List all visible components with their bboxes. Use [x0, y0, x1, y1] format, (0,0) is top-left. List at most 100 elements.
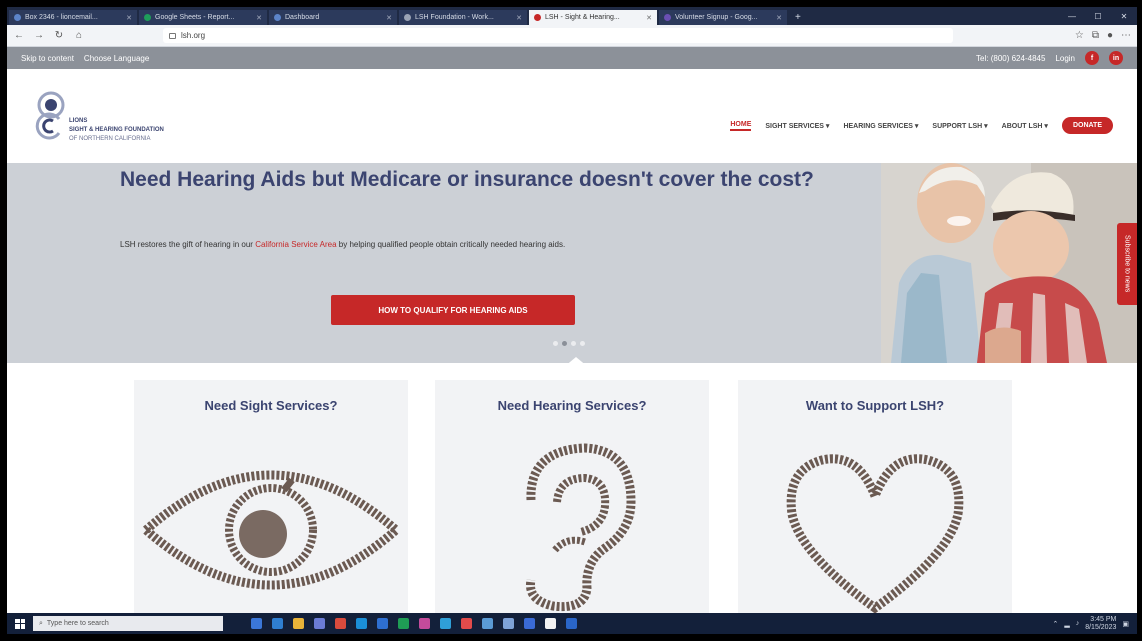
- teams-icon[interactable]: [440, 618, 451, 629]
- main-nav: HOME SIGHT SERVICES ▾ HEARING SERVICES ▾…: [730, 117, 1113, 134]
- taskbar-apps: [251, 618, 577, 629]
- login-link[interactable]: Login: [1055, 54, 1075, 63]
- clock-date: 8/15/2023: [1085, 623, 1117, 631]
- browser-actions: ☆ ⧉ ● ⋯: [1075, 30, 1131, 41]
- favicon-icon: [534, 14, 541, 21]
- home-icon[interactable]: ⌂: [73, 30, 85, 41]
- app-icon[interactable]: [566, 618, 577, 629]
- chrome-icon[interactable]: [335, 618, 346, 629]
- tray-chevron-icon[interactable]: ⌃: [1052, 620, 1058, 628]
- word-icon[interactable]: [377, 618, 388, 629]
- logo-line: SIGHT & HEARING FOUNDATION: [69, 127, 164, 133]
- minimize-button[interactable]: —: [1059, 12, 1085, 21]
- notifications-icon[interactable]: ▣: [1122, 620, 1129, 628]
- donate-button[interactable]: DONATE: [1061, 117, 1113, 134]
- nav-item-home[interactable]: HOME: [730, 121, 752, 131]
- screen: Box 2346 - lioncemail... ✕ Google Sheets …: [7, 7, 1137, 634]
- taskbar-search[interactable]: ⌕ Type here to search: [33, 616, 223, 631]
- browser-tab-active[interactable]: LSH - Sight & Hearing... ✕: [529, 10, 657, 25]
- app-icon[interactable]: [419, 618, 430, 629]
- close-window-button[interactable]: ✕: [1111, 12, 1137, 21]
- slider-dot[interactable]: [580, 341, 585, 346]
- heart-icon: [786, 454, 964, 613]
- store-icon[interactable]: [314, 618, 325, 629]
- app-icon[interactable]: [503, 618, 514, 629]
- subscribe-side-tab[interactable]: Subscribe to news: [1117, 223, 1137, 305]
- tab-title: LSH - Sight & Hearing...: [545, 14, 620, 21]
- collections-icon[interactable]: ⧉: [1092, 30, 1099, 41]
- network-icon[interactable]: ▂: [1064, 620, 1069, 628]
- close-tab-icon[interactable]: ✕: [386, 14, 392, 22]
- hearing-services-card[interactable]: Need Hearing Services?: [435, 380, 709, 613]
- hero-description: LSH restores the gift of hearing in our …: [120, 237, 800, 253]
- start-icon[interactable]: [15, 618, 25, 629]
- logo-mark-icon: [35, 91, 65, 140]
- favorites-icon[interactable]: ☆: [1075, 30, 1084, 41]
- nav-item-sight-services[interactable]: SIGHT SERVICES ▾: [765, 122, 829, 130]
- favicon-icon: [664, 14, 671, 21]
- system-tray: ⌃ ▂ ♪ 3:45 PM 8/15/2023 ▣: [1052, 616, 1129, 632]
- browser-toolbar: ← → ↻ ⌂ lsh.org ☆ ⧉ ● ⋯: [7, 25, 1137, 47]
- forward-icon[interactable]: →: [33, 30, 45, 41]
- card-title: Need Hearing Services?: [497, 398, 647, 413]
- excel-icon[interactable]: [398, 618, 409, 629]
- qualify-hearing-aids-button[interactable]: HOW TO QUALIFY FOR HEARING AIDS: [331, 295, 575, 325]
- slider-dot-active[interactable]: [562, 341, 567, 346]
- new-tab-button[interactable]: +: [789, 12, 807, 25]
- facebook-icon[interactable]: f: [1085, 51, 1099, 65]
- tab-title: LSH Foundation - Work...: [415, 14, 494, 21]
- reload-icon[interactable]: ↻: [53, 30, 65, 41]
- logo-wordmark: LIONS SIGHT & HEARING FOUNDATION OF NORT…: [69, 117, 164, 144]
- site-header: LIONS SIGHT & HEARING FOUNDATION OF NORT…: [7, 69, 1137, 163]
- support-lsh-card[interactable]: Want to Support LSH?: [738, 380, 1012, 613]
- clock[interactable]: 3:45 PM 8/15/2023: [1085, 616, 1116, 632]
- browser-tab[interactable]: Box 2346 - lioncemail... ✕: [9, 10, 137, 25]
- linkedin-icon[interactable]: in: [1109, 51, 1123, 65]
- app-icon[interactable]: [545, 618, 556, 629]
- browser-tab[interactable]: Dashboard ✕: [269, 10, 397, 25]
- favicon-icon: [274, 14, 281, 21]
- volume-icon[interactable]: ♪: [1076, 620, 1080, 627]
- back-icon[interactable]: ←: [13, 30, 25, 41]
- site-logo[interactable]: LIONS SIGHT & HEARING FOUNDATION OF NORT…: [29, 89, 189, 151]
- profile-icon[interactable]: ●: [1107, 30, 1113, 41]
- app-icon[interactable]: [461, 618, 472, 629]
- os-taskbar: ⌕ Type here to search ⌃ ▂ ♪ 3:45 PM 8/15…: [7, 613, 1137, 634]
- eye-icon: [139, 470, 403, 590]
- menu-icon[interactable]: ⋯: [1121, 30, 1131, 41]
- app-icon[interactable]: [524, 618, 535, 629]
- file-explorer-icon[interactable]: [293, 618, 304, 629]
- close-tab-icon[interactable]: ✕: [776, 14, 782, 22]
- close-tab-icon[interactable]: ✕: [516, 14, 522, 22]
- edge-icon[interactable]: [272, 618, 283, 629]
- address-bar[interactable]: lsh.org: [163, 28, 953, 43]
- service-area-link[interactable]: California Service Area: [255, 240, 336, 249]
- browser-tab[interactable]: LSH Foundation - Work... ✕: [399, 10, 527, 25]
- nav-item-hearing-services[interactable]: HEARING SERVICES ▾: [843, 122, 918, 130]
- nav-item-support-lsh[interactable]: SUPPORT LSH ▾: [932, 122, 987, 130]
- browser-tab[interactable]: Volunteer Signup - Goog... ✕: [659, 10, 787, 25]
- phone-link[interactable]: Tel: (800) 624-4845: [976, 54, 1045, 63]
- nav-item-about-lsh[interactable]: ABOUT LSH ▾: [1002, 122, 1048, 130]
- language-selector[interactable]: Choose Language: [84, 54, 149, 63]
- logo-line: OF NORTHERN CALIFORNIA: [69, 136, 151, 142]
- close-tab-icon[interactable]: ✕: [256, 14, 262, 22]
- hero-banner: Need Hearing Aids but Medicare or insura…: [7, 163, 1137, 363]
- lock-icon: [169, 32, 176, 39]
- sight-services-card[interactable]: Need Sight Services?: [134, 380, 408, 613]
- skip-to-content-link[interactable]: Skip to content: [21, 54, 74, 63]
- clock-time: 3:45 PM: [1090, 615, 1117, 623]
- utility-bar: Skip to content Choose Language Tel: (80…: [7, 47, 1137, 69]
- app-icon[interactable]: [482, 618, 493, 629]
- hero-title: Need Hearing Aids but Medicare or insura…: [120, 168, 814, 191]
- tab-title: Google Sheets - Report...: [155, 14, 235, 21]
- card-title: Want to Support LSH?: [805, 398, 945, 413]
- maximize-button[interactable]: ☐: [1085, 12, 1111, 21]
- close-tab-icon[interactable]: ✕: [126, 14, 132, 22]
- slider-dot[interactable]: [571, 341, 576, 346]
- browser-tab[interactable]: Google Sheets - Report... ✕: [139, 10, 267, 25]
- slider-dot[interactable]: [553, 341, 558, 346]
- close-tab-icon[interactable]: ✕: [646, 14, 652, 22]
- task-view-icon[interactable]: [251, 618, 262, 629]
- mail-icon[interactable]: [356, 618, 367, 629]
